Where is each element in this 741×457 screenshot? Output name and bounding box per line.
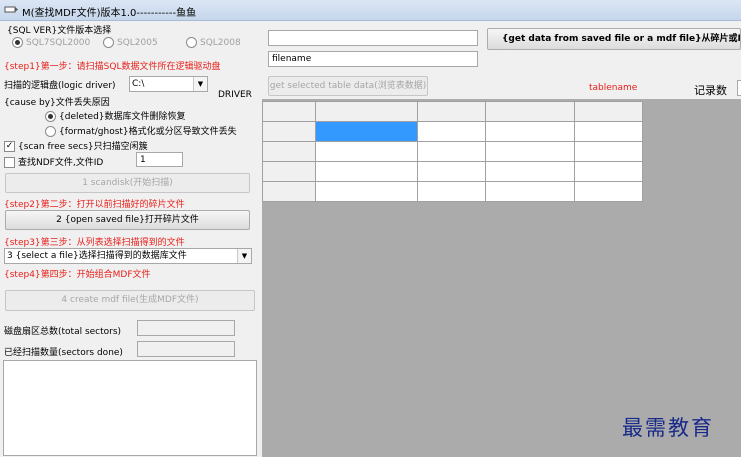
radio-icon	[45, 111, 56, 122]
title-bar: M(查找MDF文件)版本1.0-----------鱼鱼	[0, 0, 741, 21]
radio-icon	[103, 37, 114, 48]
total-sectors-field	[137, 320, 235, 336]
app-icon	[4, 6, 18, 13]
open-saved-file-button[interactable]: 2 {open saved file}打开碎片文件	[5, 210, 250, 230]
checkmark-icon: ✓	[4, 141, 15, 152]
tablename-label: tablename	[589, 83, 638, 93]
step4-text: {step4}第四步：开始组合MDF文件	[4, 270, 151, 280]
step1-text: {step1}第一步：请扫描SQL数据文件所在逻辑驱动盘	[4, 62, 221, 72]
step2-text: {step2}第二步：打开以前扫描好的碎片文件	[4, 200, 185, 210]
scan-free-checkbox[interactable]: ✓ {scan free secs}只扫描空闲簇	[4, 139, 148, 152]
find-ndf-checkbox[interactable]: 查找NDF文件,文件ID	[4, 155, 103, 168]
table-row[interactable]	[262, 121, 643, 142]
chevron-down-icon: ▼	[237, 249, 251, 263]
table-row[interactable]	[262, 161, 643, 182]
filename-input[interactable]: filename	[268, 51, 478, 67]
table-row[interactable]	[262, 141, 643, 162]
sectors-done-field	[137, 341, 235, 357]
sectors-done-label: 已经扫描数量(sectors done)	[4, 348, 123, 358]
data-grid[interactable]	[262, 99, 741, 457]
grid-table[interactable]	[262, 101, 643, 202]
driver-caption: DRIVER	[218, 90, 252, 100]
scandisk-button[interactable]: 1 scandisk(开始扫描)	[5, 173, 250, 193]
sql-version-label: {SQL VER}文件版本选择	[7, 26, 112, 36]
cause-label: {cause by}文件丢失原因	[4, 98, 110, 108]
get-table-data-button[interactable]: get selected table data(浏览表数据)	[268, 76, 428, 96]
radio-icon	[186, 37, 197, 48]
log-textarea[interactable]	[3, 360, 257, 456]
ndf-id-input[interactable]: 1	[136, 152, 183, 167]
total-sectors-label: 磁盘扇区总数(total sectors)	[4, 327, 122, 337]
watermark-text: 最需教育	[622, 416, 714, 440]
records-label: 记录数	[694, 84, 727, 97]
radio-format[interactable]: {format/ghost}格式化或分区导致文件丢失	[45, 124, 237, 137]
radio-icon	[12, 37, 23, 48]
records-field[interactable]	[737, 80, 741, 96]
radio-sql2000[interactable]: SQL7SQL2000	[12, 37, 90, 48]
create-mdf-button[interactable]: 4 create mdf file(生成MDF文件)	[5, 290, 255, 311]
drive-select[interactable]: C:\ ▼	[129, 76, 208, 92]
window-title: M(查找MDF文件)版本1.0-----------鱼鱼	[22, 8, 197, 19]
path-input[interactable]	[268, 30, 478, 46]
table-row[interactable]	[262, 181, 643, 202]
radio-deleted[interactable]: {deleted}数据库文件删除恢复	[45, 109, 186, 122]
radio-sql2008[interactable]: SQL2008	[186, 37, 241, 48]
get-data-button[interactable]: {get data from saved file or a mdf file}…	[487, 28, 741, 50]
drive-label: 扫描的逻辑盘(logic driver)	[4, 81, 116, 91]
select-file-dropdown[interactable]: 3 {select a file}选择扫描得到的数据库文件 ▼	[4, 248, 252, 264]
radio-icon	[45, 126, 56, 137]
chevron-down-icon: ▼	[193, 77, 207, 91]
selected-cell[interactable]	[315, 121, 418, 142]
step3-text: {step3}第三步：从列表选择扫描得到的文件	[4, 238, 185, 248]
grid-header-row	[262, 101, 643, 122]
radio-sql2005[interactable]: SQL2005	[103, 37, 158, 48]
